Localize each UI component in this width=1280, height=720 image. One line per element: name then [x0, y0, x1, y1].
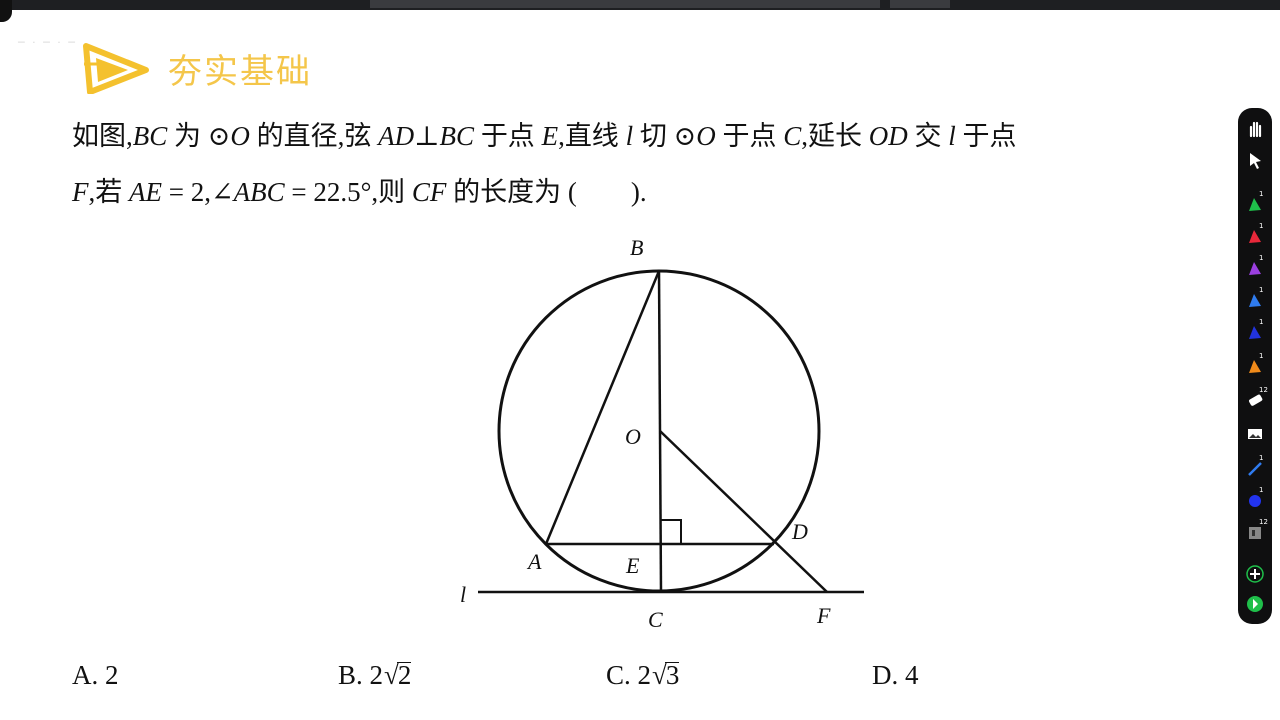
- option-b[interactable]: B. 2√2: [338, 660, 412, 691]
- question-line1-segment-15: C: [783, 121, 802, 151]
- pen-orange-icon[interactable]: 1: [1245, 352, 1265, 376]
- exit-tool-icon[interactable]: [1245, 594, 1265, 614]
- question-line1-segment-14: 于点: [715, 121, 784, 151]
- label-e: E: [625, 553, 640, 578]
- question-line1-segment-11: l: [625, 121, 634, 151]
- top-bar-segment: [370, 0, 880, 8]
- geometry-figure: B O A E D C F l: [460, 235, 864, 632]
- pen-purple-icon[interactable]: 1: [1245, 254, 1265, 278]
- label-o: O: [625, 424, 641, 449]
- question-line2-segment-5: = 22.5°,则: [284, 177, 412, 207]
- circle-tool-icon[interactable]: 1: [1245, 486, 1265, 510]
- tool-badge: 1: [1259, 254, 1264, 262]
- question-line2-segment-7: 的长度为 ( ).: [446, 177, 647, 207]
- label-a: A: [526, 549, 542, 574]
- top-bar: [0, 0, 1280, 22]
- question-line2-segment-1: ,若: [88, 177, 129, 207]
- tool-badge: 1: [1259, 352, 1264, 360]
- pen-red-icon[interactable]: 1: [1245, 222, 1265, 246]
- tool-badge: 12: [1259, 518, 1268, 526]
- play-logo-icon: [83, 43, 149, 94]
- question-line1-segment-7: BC: [439, 121, 475, 151]
- question-line1-segment-16: ,延长: [801, 121, 869, 151]
- option-c-radicand: 3: [664, 660, 680, 690]
- label-c: C: [648, 607, 663, 632]
- add-tool-icon[interactable]: [1245, 564, 1265, 584]
- question-line1-segment-3: O: [230, 121, 250, 151]
- question-line2-segment-0: F: [72, 177, 89, 207]
- option-b-radicand: 2: [396, 660, 412, 690]
- pen-darkblue-icon[interactable]: 1: [1245, 318, 1265, 342]
- question-line1-segment-19: l: [948, 121, 956, 151]
- tool-badge: 1: [1259, 318, 1264, 326]
- camera-notch: [0, 0, 12, 22]
- option-a[interactable]: A. 2: [72, 660, 119, 691]
- question-line2-segment-3: = 2,∠: [162, 177, 234, 207]
- question-line2-segment-2: AE: [129, 177, 162, 207]
- question-line1-segment-17: OD: [868, 121, 908, 151]
- option-b-prefix: B. 2: [338, 660, 384, 690]
- line-tool-icon[interactable]: 1: [1245, 454, 1265, 478]
- annotation-toolbar: 1 1 1 1 1 1 12 1 1 12: [1238, 108, 1272, 624]
- tool-badge: 12: [1259, 386, 1268, 394]
- pointer-tool-icon[interactable]: [1245, 150, 1265, 170]
- question-line1-segment-5: AD: [378, 121, 415, 151]
- label-f: F: [816, 603, 831, 628]
- label-d: D: [791, 519, 808, 544]
- label-l: l: [460, 582, 466, 607]
- right-angle-mark: [660, 519, 682, 544]
- top-bar-segment: [890, 0, 950, 8]
- tool-badge: 1: [1259, 454, 1264, 462]
- option-c[interactable]: C. 2√3: [606, 660, 680, 691]
- question-line-1: 如图,BC 为 ⊙O 的直径,弦 AD⊥BC 于点 E,直线 l 切 ⊙O 于点…: [72, 114, 1016, 153]
- image-tool-icon[interactable]: [1245, 424, 1265, 444]
- label-b: B: [630, 235, 643, 260]
- tool-badge: 1: [1259, 486, 1264, 494]
- question-line1-segment-2: 为 ⊙: [167, 121, 231, 151]
- question-line1-segment-10: ,直线: [558, 121, 626, 151]
- question-line1-segment-13: O: [696, 121, 716, 151]
- question-line1-segment-9: E: [541, 121, 559, 151]
- chord-ab: [544, 270, 661, 545]
- question-line1-segment-1: BC: [132, 121, 168, 151]
- watermark: ─ · ─ · ─: [18, 36, 77, 49]
- hand-tool-icon[interactable]: [1245, 118, 1265, 138]
- eraser-tool-icon[interactable]: 12: [1245, 386, 1268, 410]
- question-line-2: F,若 AE = 2,∠ABC = 22.5°,则 CF 的长度为 ( ).: [72, 170, 647, 209]
- pen-green-icon[interactable]: 1: [1245, 190, 1265, 214]
- question-line1-segment-8: 于点: [474, 121, 542, 151]
- question-line2-segment-6: CF: [411, 177, 447, 207]
- tool-badge: 1: [1259, 222, 1264, 230]
- tool-badge: 1: [1259, 286, 1264, 294]
- question-line1-segment-20: 于点: [955, 121, 1017, 151]
- tool-badge: 1: [1259, 190, 1264, 198]
- question-line2-segment-4: ABC: [233, 177, 285, 207]
- question-line1-segment-18: 交: [907, 121, 949, 151]
- question-line1-segment-0: 如图,: [72, 121, 133, 151]
- option-d[interactable]: D. 4: [872, 660, 919, 691]
- option-c-prefix: C. 2: [606, 660, 652, 690]
- page-tool-icon[interactable]: 12: [1245, 518, 1268, 542]
- question-line1-segment-12: 切 ⊙: [633, 121, 697, 151]
- question-line1-segment-4: 的直径,弦: [249, 121, 379, 151]
- pen-blue-icon[interactable]: 1: [1245, 286, 1265, 310]
- question-line1-segment-6: ⊥: [414, 121, 440, 151]
- section-title: 夯实基础: [168, 52, 312, 92]
